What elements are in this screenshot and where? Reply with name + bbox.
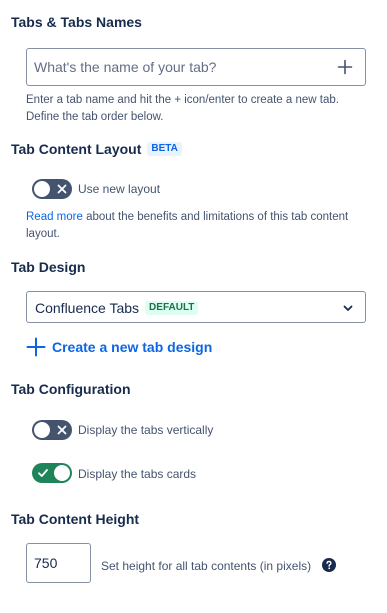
- default-badge: DEFAULT: [145, 301, 199, 316]
- section-heading-design: Tab Design: [11, 258, 85, 276]
- section-heading-configuration: Tab Configuration: [11, 380, 131, 398]
- read-more-link[interactable]: Read more: [26, 211, 83, 223]
- helper-line: Define the tab order below.: [26, 111, 164, 123]
- section-heading-content-layout: Tab Content Layout BETA: [11, 140, 182, 158]
- heading-text: Tab Design: [11, 259, 86, 275]
- display-cards-label: Display the tabs cards: [78, 467, 197, 481]
- heading-text: Tab Configuration: [11, 381, 131, 397]
- create-tab-design-link[interactable]: Create a new tab design: [26, 337, 212, 357]
- toggle-knob: [34, 422, 50, 438]
- content-height-hint: Set height for all tab contents (in pixe…: [101, 559, 312, 573]
- read-more-text: Read more about the benefits and limitat…: [26, 209, 371, 243]
- use-new-layout-label: Use new layout: [78, 182, 161, 196]
- content-height-input[interactable]: [27, 544, 90, 582]
- check-icon: [38, 469, 48, 477]
- content-height-field[interactable]: [26, 543, 91, 583]
- heading-text: Tab Content Height: [11, 511, 140, 527]
- display-vertical-label: Display the tabs vertically: [78, 423, 214, 437]
- heading-text: Tab Content Layout: [11, 141, 142, 157]
- read-more-line: Read more about the benefits and limitat…: [26, 209, 371, 226]
- create-tab-design-label: Create a new tab design: [52, 339, 213, 355]
- tab-design-select[interactable]: Confluence Tabs DEFAULT: [26, 291, 366, 323]
- toggle-knob: [34, 181, 50, 197]
- selected-design-label: Confluence Tabs: [35, 300, 140, 316]
- tab-settings-panel: Tabs & Tabs Names Enter a tab name and h…: [0, 0, 387, 613]
- tab-name-helper-text: Enter a tab name and hit the + icon/ente…: [26, 92, 371, 126]
- tab-name-field[interactable]: [26, 48, 366, 86]
- tab-name-input[interactable]: [27, 49, 327, 85]
- toggle-knob: [54, 465, 70, 481]
- section-heading-tabs-names: Tabs & Tabs Names: [11, 13, 142, 31]
- heading-text: Tabs & Tabs Names: [11, 14, 142, 30]
- helper-line: Enter a tab name and hit the + icon/ente…: [26, 94, 339, 106]
- selected-design: Confluence Tabs DEFAULT: [35, 300, 199, 316]
- section-heading-content-height: Tab Content Height: [11, 510, 139, 528]
- beta-badge: BETA: [147, 142, 182, 157]
- close-icon: [57, 184, 67, 194]
- read-more-rest: layout.: [26, 228, 60, 240]
- close-icon: [57, 425, 67, 435]
- plus-icon: [26, 337, 46, 357]
- chevron-down-icon: [343, 305, 353, 311]
- use-new-layout-toggle[interactable]: [32, 179, 72, 199]
- read-more-rest: about the benefits and limitations of th…: [82, 211, 349, 223]
- display-vertical-toggle[interactable]: [32, 420, 72, 440]
- display-cards-toggle[interactable]: [32, 463, 72, 483]
- plus-icon[interactable]: [337, 59, 353, 75]
- question-circle-icon[interactable]: [322, 558, 336, 572]
